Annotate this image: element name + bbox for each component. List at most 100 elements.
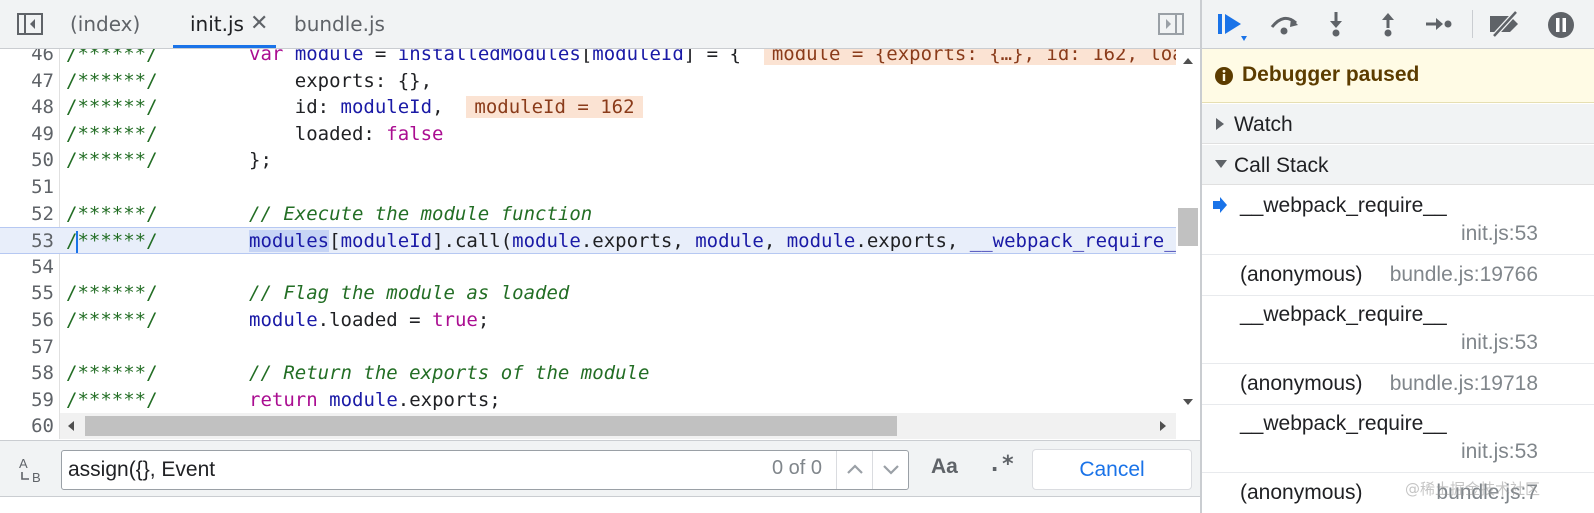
code-line[interactable]: 59 /******/ return module.exports;	[0, 387, 1176, 414]
code-token: /******/	[66, 49, 158, 65]
scroll-up-icon[interactable]	[1182, 57, 1194, 65]
line-number[interactable]: 57	[0, 334, 54, 361]
deactivate-breakpoints-button[interactable]	[1486, 10, 1518, 38]
code-line[interactable]: 56 /******/ module.loaded = true;	[0, 307, 1176, 334]
pause-on-exceptions-button[interactable]	[1546, 10, 1578, 38]
code-token: ;	[477, 309, 490, 331]
resume-button[interactable]	[1216, 10, 1248, 41]
code-token: ] = {	[683, 49, 764, 65]
step-button[interactable]	[1424, 10, 1456, 38]
code-line[interactable]: 47 /******/ exports: {},	[0, 68, 1176, 95]
code-token: .loaded =	[317, 309, 433, 331]
call-frame[interactable]: __webpack_require__ init.js:53	[1202, 296, 1594, 364]
code-token: /******/	[66, 309, 158, 331]
line-number[interactable]: 52	[0, 201, 54, 228]
vertical-scroll-thumb[interactable]	[1178, 208, 1198, 246]
close-tab-icon[interactable]: ✕	[250, 0, 268, 49]
scroll-down-icon[interactable]	[1182, 398, 1194, 406]
code-text: /******/ };	[66, 147, 1176, 174]
frame-location[interactable]: bundle.js:19718	[1390, 372, 1538, 396]
step-out-icon	[1382, 13, 1394, 37]
watch-section-header[interactable]: Watch	[1202, 104, 1594, 144]
call-frame[interactable]: __webpack_require__ init.js:53	[1202, 405, 1594, 473]
code-text: /******/ loaded: false	[66, 121, 1176, 148]
code-line[interactable]: 51	[0, 174, 1176, 201]
frame-location[interactable]: init.js:53	[1461, 331, 1538, 355]
toggle-debugger-icon[interactable]	[1158, 12, 1184, 36]
tab-index[interactable]: (index)	[70, 0, 140, 49]
code-line[interactable]: 53 /******/ modules[moduleId].call(module…	[0, 227, 1176, 255]
line-number[interactable]: 58	[0, 360, 54, 387]
code-token: // Flag the module as loaded	[249, 282, 570, 305]
line-number[interactable]: 49	[0, 121, 54, 148]
code-text: /******/ modules[moduleId].call(module.e…	[66, 228, 1176, 255]
chevron-up-icon	[847, 464, 863, 474]
search-field: 0 of 0	[61, 450, 909, 490]
frame-location[interactable]: init.js:53	[1461, 440, 1538, 464]
frame-function-name: __webpack_require__	[1240, 194, 1447, 217]
code-line[interactable]: 50 /******/ };	[0, 147, 1176, 174]
code-token: /******/	[66, 149, 158, 172]
step-over-button[interactable]	[1268, 10, 1300, 38]
code-text: /******/ // Execute the module function	[66, 201, 1176, 228]
step-over-icon	[1270, 16, 1298, 35]
horizontal-scroll-thumb[interactable]	[85, 416, 897, 436]
code-line[interactable]: 58 /******/ // Return the exports of the …	[0, 360, 1176, 387]
code-line[interactable]: 57	[0, 334, 1176, 361]
code-line[interactable]: 55 /******/ // Flag the module as loaded	[0, 280, 1176, 307]
line-number[interactable]: 59	[0, 387, 54, 414]
line-number[interactable]: 47	[0, 68, 54, 95]
match-case-button[interactable]: Aa	[931, 455, 958, 479]
code-token: module	[249, 309, 318, 331]
line-number[interactable]: 60	[0, 413, 54, 439]
regex-button[interactable]: .*	[988, 452, 1015, 477]
cancel-button[interactable]: Cancel	[1032, 449, 1192, 490]
code-text: /******/ // Return the exports of the mo…	[66, 360, 1176, 387]
code-line[interactable]: 52 /******/ // Execute the module functio…	[0, 201, 1176, 228]
search-input[interactable]	[68, 455, 758, 485]
step-into-button[interactable]	[1322, 10, 1354, 38]
code-token: /******/	[66, 282, 158, 305]
svg-text:B: B	[32, 470, 41, 485]
line-number[interactable]: 51	[0, 174, 54, 201]
step-out-button[interactable]	[1374, 10, 1406, 38]
tab-bundle-js[interactable]: bundle.js	[294, 0, 385, 49]
code-editor[interactable]: 46 /******/ var module = installedModules…	[0, 49, 1200, 439]
code-token: ].call(	[432, 230, 513, 253]
line-number[interactable]: 53	[0, 228, 54, 255]
previous-match-button[interactable]	[836, 451, 872, 489]
code-line[interactable]: 49 /******/ loaded: false	[0, 121, 1176, 148]
frame-location[interactable]: init.js:53	[1461, 222, 1538, 246]
line-number[interactable]: 54	[0, 254, 54, 281]
replace-toggle-icon[interactable]: AB	[17, 455, 47, 490]
line-number[interactable]: 48	[0, 94, 54, 121]
code-text: /******/ id: moduleId, moduleId = 162	[66, 94, 1176, 121]
callstack-section-header[interactable]: Call Stack	[1202, 145, 1594, 185]
toggle-navigator-icon[interactable]	[17, 12, 43, 36]
code-token: __webpack_require__	[969, 230, 1176, 253]
tab-init-js[interactable]: init.js	[190, 0, 244, 49]
line-number[interactable]: 55	[0, 280, 54, 307]
next-match-button[interactable]	[872, 451, 908, 489]
paused-label: Debugger paused	[1242, 63, 1420, 86]
line-number[interactable]: 46	[0, 49, 54, 68]
call-frame[interactable]: __webpack_require__ init.js:53	[1202, 187, 1594, 255]
code-token: .exports,	[580, 230, 696, 253]
code-line[interactable]: 54	[0, 254, 1176, 281]
current-frame-arrow-icon	[1213, 197, 1227, 213]
line-number[interactable]: 50	[0, 147, 54, 174]
call-frame[interactable]: (anonymous) bundle.js:19718	[1202, 364, 1594, 405]
debugger-paused-banner: Debugger paused	[1202, 49, 1594, 103]
debugger-toolbar	[1202, 0, 1594, 49]
step-icon	[1426, 18, 1452, 30]
call-frame[interactable]: (anonymous) bundle.js:19766	[1202, 255, 1594, 296]
code-line[interactable]: 48 /******/ id: moduleId, moduleId = 162	[0, 94, 1176, 121]
code-line[interactable]: 46 /******/ var module = installedModules…	[0, 49, 1176, 68]
scroll-left-icon[interactable]	[67, 420, 75, 432]
line-number[interactable]: 56	[0, 307, 54, 334]
scroll-right-icon[interactable]	[1159, 420, 1167, 432]
frame-location[interactable]: bundle.js:19766	[1390, 263, 1538, 287]
